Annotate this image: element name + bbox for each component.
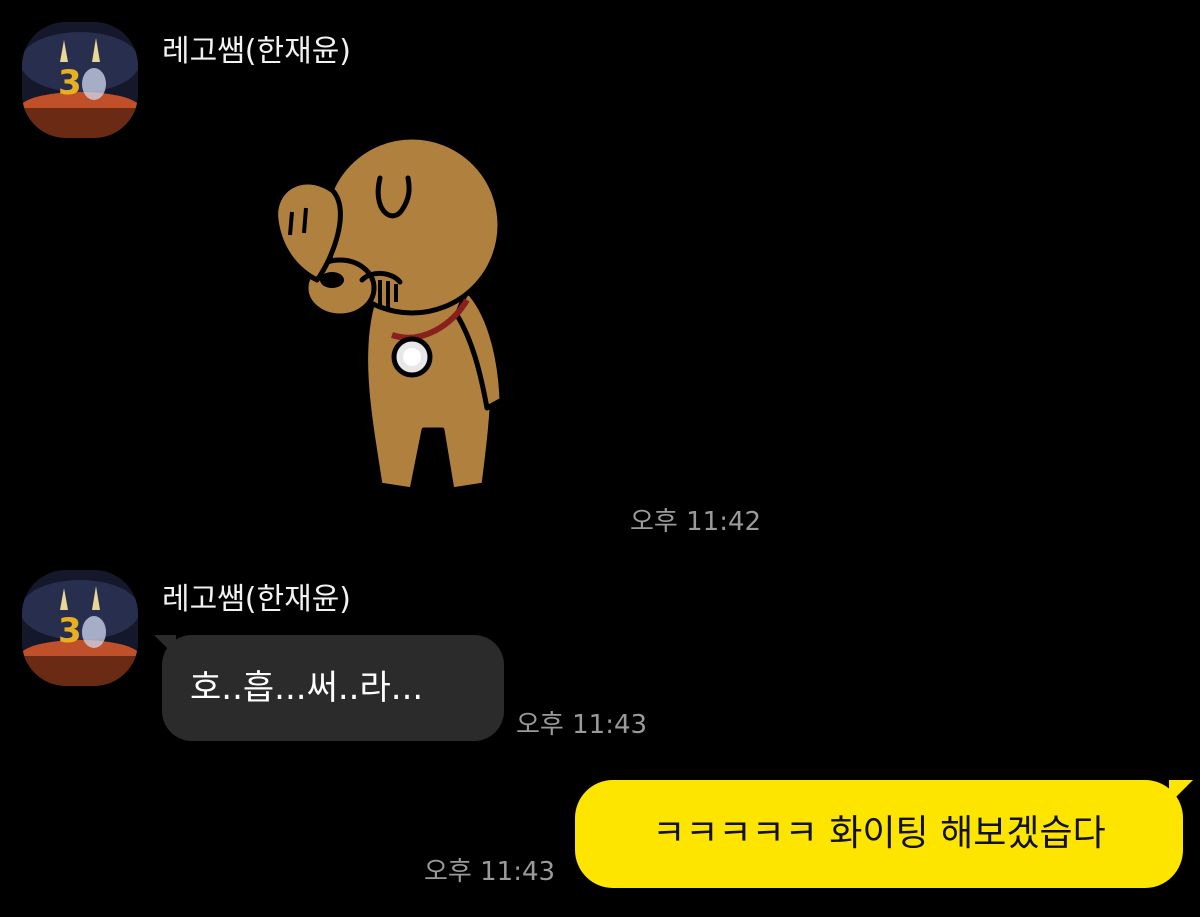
message-timestamp: 오후 11:43 — [516, 710, 648, 740]
sender-name: 레고쌤(한재윤) — [162, 582, 352, 617]
profile-photo-icon: 3 — [22, 22, 138, 138]
profile-photo-icon: 3 — [22, 570, 138, 686]
bubble-tail — [1169, 780, 1193, 804]
sender-name: 레고쌤(한재윤) — [162, 34, 352, 69]
message-timestamp: 오후 11:43 — [424, 857, 556, 887]
message-text: 호..흡...써..라... — [190, 668, 424, 708]
brown-bear-facepalm-sticker-icon[interactable] — [262, 130, 532, 510]
incoming-message-bubble[interactable]: 호..흡...써..라... — [154, 635, 504, 741]
svg-text:3: 3 — [58, 63, 82, 103]
sender-avatar[interactable]: 3 — [22, 22, 138, 138]
outgoing-message-bubble[interactable]: ㅋㅋㅋㅋㅋ 화이팅 해보겠습다 — [575, 780, 1193, 888]
message-timestamp: 오후 11:42 — [630, 507, 762, 537]
message-text: ㅋㅋㅋㅋㅋ 화이팅 해보겠습다 — [652, 813, 1106, 854]
sender-avatar[interactable]: 3 — [22, 570, 138, 686]
svg-text:3: 3 — [58, 611, 82, 651]
bubble-tail — [154, 635, 176, 657]
